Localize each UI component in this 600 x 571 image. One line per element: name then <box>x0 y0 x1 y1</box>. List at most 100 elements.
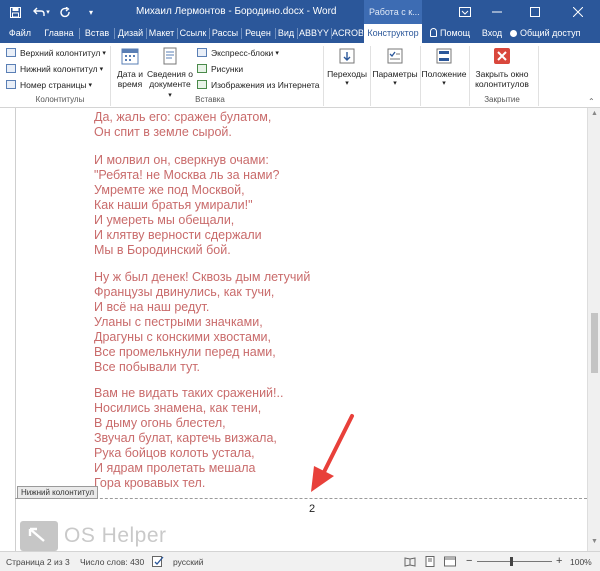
position-button[interactable]: Положение ▾ <box>421 46 467 89</box>
zoom-slider-thumb[interactable] <box>510 557 513 566</box>
footer-page-number[interactable]: 2 <box>309 503 315 515</box>
sign-in-link[interactable]: Вход <box>480 24 504 43</box>
poem-line: Да, жаль его: сражен булатом, <box>94 110 272 124</box>
chevron-down-icon: ▾ <box>168 92 172 99</box>
tell-me[interactable]: Помощ <box>430 24 478 43</box>
tab-file[interactable]: Файл <box>7 24 33 43</box>
quick-parts-icon <box>197 48 207 57</box>
poem-line: Носились знамена, как тени, <box>94 401 262 415</box>
scroll-thumb[interactable] <box>591 313 598 373</box>
tab-design[interactable]: Дизай <box>115 24 146 43</box>
poem-line: И ядрам пролетать мешала <box>94 461 256 475</box>
poem-line: Все промелькнули перед нами, <box>94 345 276 359</box>
zoom-level[interactable]: 100% <box>570 557 592 567</box>
doc-info-button[interactable]: Сведения о документе ▾ <box>147 46 193 101</box>
poem-line: "Ребята! не Москва ль за нами? <box>94 168 280 182</box>
header-button-label: Верхний колонтитул <box>20 47 101 58</box>
page-edge <box>15 108 16 551</box>
maximize-icon[interactable] <box>520 0 550 24</box>
tab-constructor[interactable]: Конструктор <box>364 24 422 43</box>
tell-me-label: Помощ <box>440 28 471 38</box>
ribbon-tabs: Файл Главна Встав Дизай Макет Ссылк Расс… <box>0 24 600 43</box>
scroll-up-icon[interactable]: ▲ <box>588 110 600 122</box>
save-icon[interactable] <box>6 0 24 24</box>
pictures-button[interactable]: Рисунки <box>197 62 243 75</box>
date-time-button[interactable]: Дата и время <box>114 46 146 89</box>
doc-info-line2-label: документе <box>149 79 191 89</box>
web-layout-icon[interactable] <box>444 556 456 569</box>
print-layout-icon[interactable] <box>424 556 436 569</box>
chevron-down-icon: ▾ <box>102 49 106 57</box>
status-page[interactable]: Страница 2 из 3 <box>6 557 70 567</box>
tab-acrobat[interactable]: ACROB <box>332 24 363 43</box>
status-language[interactable]: русский <box>173 557 204 567</box>
tab-insert[interactable]: Встав <box>81 24 113 43</box>
tab-references[interactable]: Ссылк <box>178 24 208 43</box>
chevron-down-icon: ▾ <box>99 65 104 73</box>
options-label: Параметры <box>372 69 418 79</box>
proofing-icon[interactable] <box>152 556 164 569</box>
zoom-slider[interactable] <box>477 561 552 562</box>
minimize-icon[interactable] <box>482 0 512 24</box>
poem-line: Ну ж был денек! Сквозь дым летучий <box>94 270 311 284</box>
chevron-down-icon: ▾ <box>275 49 279 57</box>
chevron-down-icon: ▾ <box>88 81 93 89</box>
undo-dropdown-icon[interactable]: ▾ <box>44 0 52 24</box>
poem-line: В дыму огонь блестел, <box>94 416 226 430</box>
watermark-text: OS Helper <box>64 524 167 547</box>
document-area[interactable] <box>0 108 587 551</box>
poem-line: Мы в Бородинский бой. <box>94 243 231 257</box>
footer-button[interactable]: Нижний колонтитул ▾ <box>6 62 103 75</box>
header-icon <box>6 48 16 57</box>
tab-abbyy[interactable]: ABBYY <box>298 24 330 43</box>
online-pictures-label: Изображения из Интернета <box>211 79 320 90</box>
tab-mailings[interactable]: Рассы <box>210 24 240 43</box>
close-label-line1: Закрыть окно <box>475 69 529 79</box>
poem-line: И всё на наш редут. <box>94 300 210 314</box>
online-picture-icon <box>197 80 207 89</box>
tab-review[interactable]: Рецен <box>242 24 274 43</box>
zoom-out-button[interactable]: − <box>466 555 472 567</box>
zoom-in-button[interactable]: + <box>556 555 562 567</box>
tab-home[interactable]: Главна <box>42 24 76 43</box>
close-x-icon <box>492 46 512 66</box>
close-icon[interactable] <box>563 0 593 24</box>
chevron-down-icon: ▾ <box>393 80 397 87</box>
header-button[interactable]: Верхний колонтитул ▾ <box>6 46 106 59</box>
share-button[interactable]: Общий доступ <box>510 24 596 43</box>
footer-button-label: Нижний колонтитул <box>20 63 98 74</box>
options-button[interactable]: Параметры ▾ <box>372 46 418 89</box>
read-mode-icon[interactable] <box>404 556 416 569</box>
window-title: Михаил Лермонтов - Бородино.docx - Word <box>136 6 337 17</box>
page-number-button[interactable]: Номер страницы ▾ <box>6 78 92 91</box>
redo-icon[interactable] <box>56 0 74 24</box>
watermark: OS Helper <box>20 521 167 551</box>
poem-line: Уланы с пестрыми значками, <box>94 315 263 329</box>
tab-view[interactable]: Вид <box>276 24 296 43</box>
share-label: Общий доступ <box>520 28 581 38</box>
chevron-down-icon: ▾ <box>442 80 446 87</box>
ribbon-options-icon[interactable] <box>450 0 480 24</box>
poem-line: Как наши братья умирали!" <box>94 198 253 212</box>
navigation-button[interactable]: Переходы ▾ <box>326 46 368 89</box>
scroll-down-icon[interactable]: ▼ <box>588 538 600 550</box>
close-header-footer-button[interactable]: Закрыть окно колонтитулов <box>471 46 533 89</box>
status-word-count[interactable]: Число слов: 430 <box>80 557 144 567</box>
collapse-ribbon-icon[interactable]: ⌃ <box>588 97 595 106</box>
poem-line: Все побывали тут. <box>94 360 201 374</box>
page-number-icon <box>6 80 16 89</box>
customize-icon[interactable]: ▾ <box>82 0 100 24</box>
document-info-icon <box>160 46 180 66</box>
poem-line: И умереть мы обещали, <box>94 213 235 227</box>
navigation-icon <box>337 46 357 66</box>
chevron-down-icon: ▾ <box>345 80 349 87</box>
tab-layout[interactable]: Макет <box>147 24 176 43</box>
person-icon <box>510 30 517 37</box>
poem-line: И молвил он, сверкнув очами: <box>94 153 269 167</box>
online-pictures-button[interactable]: Изображения из Интернета <box>197 78 320 91</box>
quick-parts-button[interactable]: Экспресс-блоки ▾ <box>197 46 279 59</box>
page-number-button-label: Номер страницы <box>20 79 87 90</box>
context-tab-group: Работа с к... <box>364 0 422 24</box>
ribbon-panel: Верхний колонтитул ▾ Нижний колонтитул ▾ Н… <box>0 43 600 108</box>
vertical-scrollbar[interactable]: ▲ ▼ <box>587 108 600 551</box>
